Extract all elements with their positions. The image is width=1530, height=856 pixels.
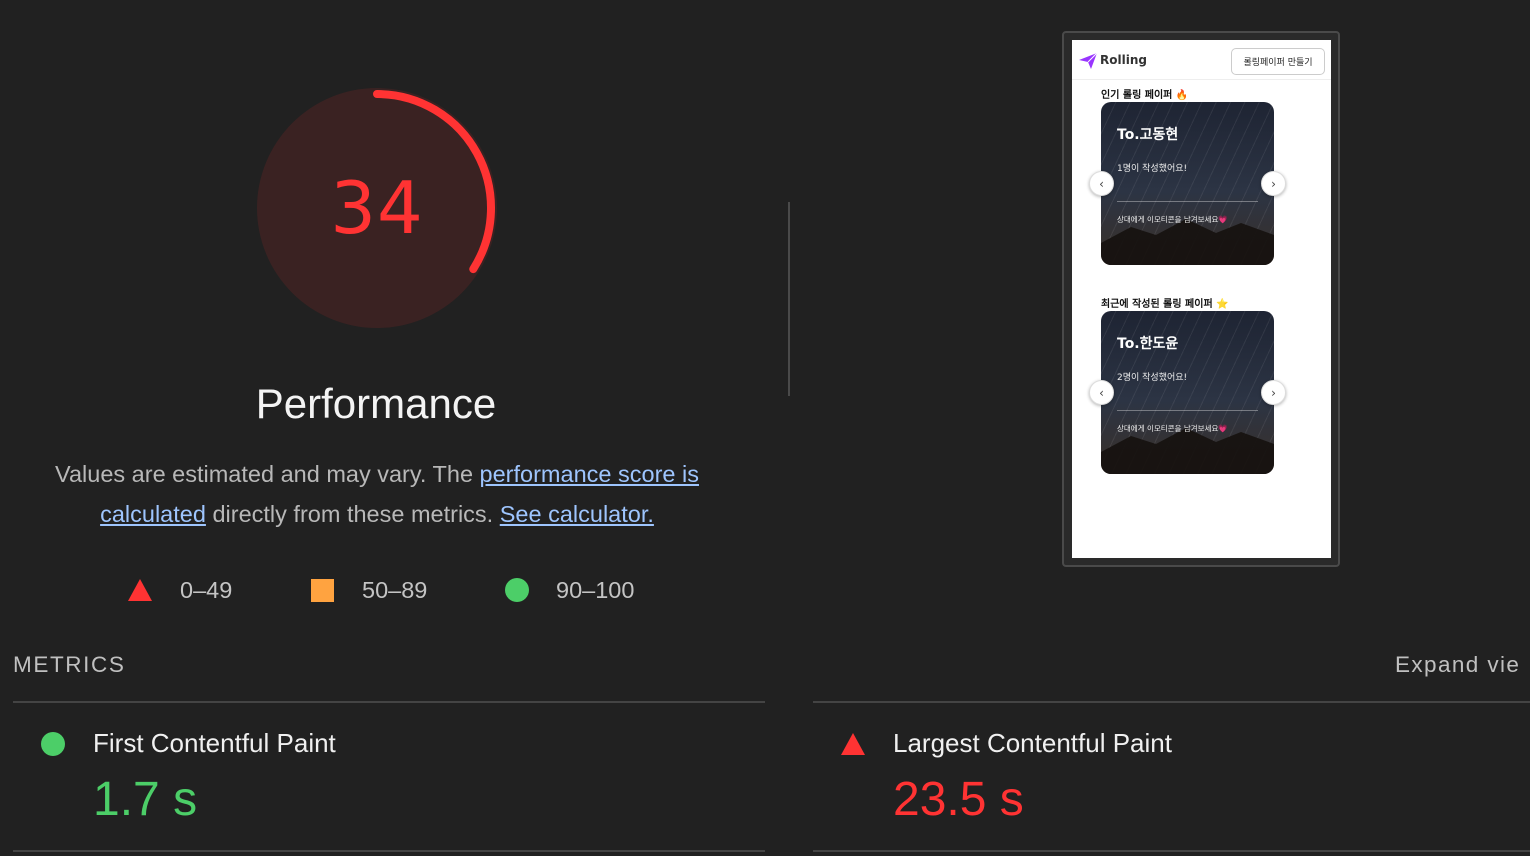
metrics-divider xyxy=(13,701,765,703)
triangle-icon xyxy=(128,579,152,601)
circle-icon xyxy=(41,732,65,756)
square-icon xyxy=(311,578,334,602)
description-text: Values are estimated and may vary. The xyxy=(55,461,480,487)
category-title: Performance xyxy=(255,380,497,427)
score-description: Values are estimated and may vary. The p… xyxy=(30,454,724,534)
triangle-icon xyxy=(841,733,865,755)
card-divider xyxy=(1117,410,1258,411)
site-header: Rolling 롤링페이퍼 만들기 xyxy=(1072,40,1331,80)
rolling-card: To.한도윤 2명이 작성했어요! 상대에게 이모티콘을 남겨보세요💗 xyxy=(1101,311,1274,474)
metric-name: First Contentful Paint xyxy=(93,728,336,758)
card-writer-count: 1명이 작성했어요! xyxy=(1117,164,1188,174)
card-writer-count: 2명이 작성했어요! xyxy=(1117,373,1188,383)
recent-section-title: 최근에 작성된 롤링 페이퍼 ⭐ xyxy=(1101,299,1229,310)
paper-plane-icon xyxy=(1079,53,1097,69)
expand-view-toggle[interactable]: Expand vie xyxy=(1395,652,1520,678)
popular-section-title: 인기 롤링 페이퍼 🔥 xyxy=(1101,90,1189,101)
legend-label: 0–49 xyxy=(180,576,233,603)
card-recipient: To.고동현 xyxy=(1117,127,1179,143)
legend-label: 90–100 xyxy=(556,576,635,603)
chevron-right-icon: › xyxy=(1261,380,1286,405)
metric-name: Largest Contentful Paint xyxy=(893,728,1172,758)
card-divider xyxy=(1117,201,1258,202)
legend-item-pass: 90–100 xyxy=(505,572,634,608)
card-emoji-prompt: 상대에게 이모티콘을 남겨보세요💗 xyxy=(1117,424,1228,433)
rolling-card: To.고동현 1명이 작성했어요! 상대에게 이모티콘을 남겨보세요💗 xyxy=(1101,102,1274,265)
metrics-divider xyxy=(13,850,765,852)
chevron-left-icon: ‹ xyxy=(1089,380,1114,405)
chevron-right-icon: › xyxy=(1261,171,1286,196)
metric-value: 1.7 s xyxy=(93,773,198,826)
metrics-divider xyxy=(813,701,1530,703)
calculator-link[interactable]: See calculator. xyxy=(500,501,654,527)
legend-label: 50–89 xyxy=(362,576,428,603)
performance-score: 34 xyxy=(330,166,424,250)
card-emoji-prompt: 상대에게 이모티콘을 남겨보세요💗 xyxy=(1117,215,1228,224)
legend-item-fail: 0–49 xyxy=(128,572,232,608)
final-screenshot[interactable]: Rolling 롤링페이퍼 만들기 인기 롤링 페이퍼 🔥 To.고동현 1명이… xyxy=(1062,31,1340,567)
chevron-left-icon: ‹ xyxy=(1089,171,1114,196)
metric-value: 23.5 s xyxy=(893,773,1024,826)
site-logo: Rolling xyxy=(1100,53,1147,67)
metrics-divider xyxy=(813,850,1530,852)
description-text-2: directly from these metrics. xyxy=(205,501,500,527)
card-recipient: To.한도윤 xyxy=(1117,336,1179,352)
vertical-divider xyxy=(788,202,790,396)
screenshot-page: Rolling 롤링페이퍼 만들기 인기 롤링 페이퍼 🔥 To.고동현 1명이… xyxy=(1072,40,1331,558)
metrics-heading: METRICS xyxy=(13,652,126,677)
performance-gauge: 34 xyxy=(255,86,499,330)
legend-item-average: 50–89 xyxy=(311,572,427,608)
make-rolling-paper-button: 롤링페이퍼 만들기 xyxy=(1231,48,1325,75)
circle-icon xyxy=(505,578,529,602)
